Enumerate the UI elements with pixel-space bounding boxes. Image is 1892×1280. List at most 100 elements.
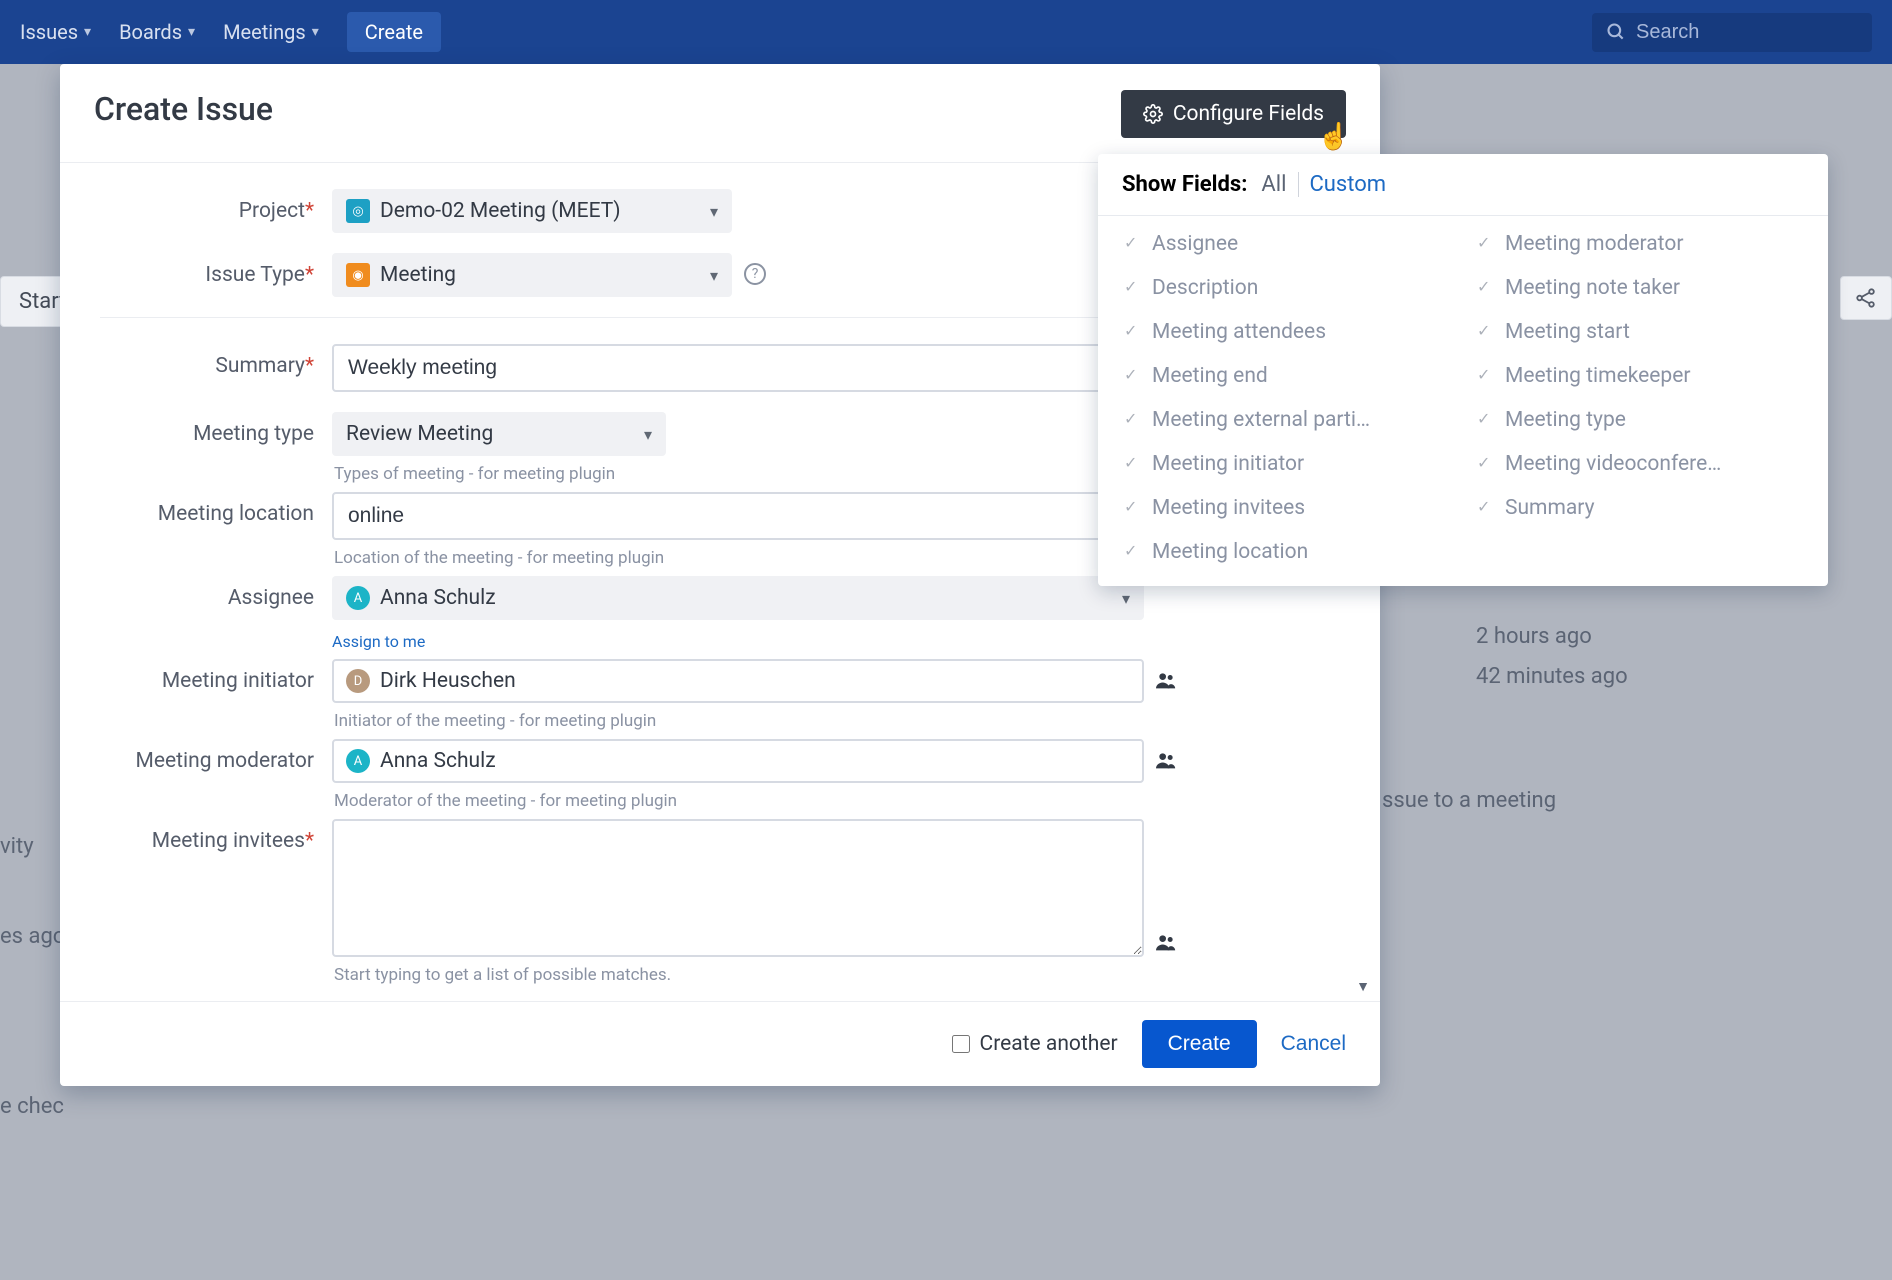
field-toggle-meeting-moderator[interactable]: Meeting moderator (1475, 232, 1804, 256)
meeting-location-label: Meeting location (96, 492, 332, 526)
summary-label: Summary* (96, 344, 332, 378)
field-toggle-meeting-attendees[interactable]: Meeting attendees (1122, 320, 1451, 344)
field-toggle-meeting-end[interactable]: Meeting end (1122, 364, 1451, 388)
bg-text: vity (0, 834, 34, 859)
field-toggle-meeting-note-taker[interactable]: Meeting note taker (1475, 276, 1804, 300)
bg-text: 42 minutes ago (1476, 664, 1628, 689)
assignee-select[interactable]: A Anna Schulz ▾ (332, 576, 1144, 620)
nav-create-button[interactable]: Create (347, 12, 441, 52)
field-toggle-meeting-location[interactable]: Meeting location (1122, 540, 1451, 564)
project-select[interactable]: ◎ Demo-02 Meeting (MEET) ▾ (332, 189, 732, 233)
nav-meetings[interactable]: Meetings ▾ (223, 20, 319, 44)
meeting-moderator-input[interactable]: A Anna Schulz (332, 739, 1144, 783)
people-icon[interactable] (1156, 739, 1176, 783)
meeting-moderator-helper: Moderator of the meeting - for meeting p… (332, 783, 1344, 811)
chevron-down-icon: ▾ (644, 425, 652, 444)
meeting-initiator-helper: Initiator of the meeting - for meeting p… (332, 703, 1344, 731)
meeting-moderator-label: Meeting moderator (96, 739, 332, 773)
create-another-checkbox[interactable]: Create another (952, 1032, 1118, 1056)
dropdown-col-2: Meeting moderator Meeting note taker Mee… (1475, 232, 1804, 564)
field-toggle-summary[interactable]: Summary (1475, 496, 1804, 520)
nav-issues-label: Issues (20, 20, 78, 44)
issue-type-select[interactable]: ◉ Meeting ▾ (332, 253, 732, 297)
field-toggle-meeting-invitees[interactable]: Meeting invitees (1122, 496, 1451, 520)
meeting-invitees-helper: Start typing to get a list of possible m… (332, 957, 1344, 985)
top-nav: Issues ▾ Boards ▾ Meetings ▾ Create (0, 0, 1892, 64)
meeting-initiator-value: Dirk Heuschen (380, 669, 516, 693)
modal-footer: Create another Create Cancel (60, 1001, 1380, 1086)
chevron-down-icon: ▾ (1122, 589, 1130, 608)
create-button[interactable]: Create (1142, 1020, 1257, 1068)
meeting-initiator-label: Meeting initiator (96, 659, 332, 693)
check-icon (1122, 235, 1140, 253)
modal-header: Create Issue Configure Fields ☝ (60, 64, 1380, 163)
check-icon (1475, 411, 1493, 429)
field-toggle-meeting-videoconference[interactable]: Meeting videoconfere… (1475, 452, 1804, 476)
meeting-initiator-input[interactable]: D Dirk Heuschen (332, 659, 1144, 703)
dropdown-col-1: Assignee Description Meeting attendees M… (1122, 232, 1451, 564)
avatar-icon: A (346, 586, 370, 610)
nav-boards[interactable]: Boards ▾ (119, 20, 195, 44)
field-meeting-moderator: Meeting moderator A Anna Schulz Moderato… (96, 739, 1344, 811)
bg-text: ssue to a meeting (1382, 788, 1556, 813)
gear-icon (1143, 104, 1163, 124)
people-icon[interactable] (1156, 659, 1176, 703)
search-input[interactable] (1636, 21, 1858, 44)
chevron-down-icon: ▾ (84, 24, 91, 40)
summary-input[interactable] (332, 344, 1144, 392)
issue-type-label: Issue Type* (96, 253, 332, 287)
field-meeting-invitees: Meeting invitees* Start typing to get a … (96, 819, 1344, 985)
scroll-down-icon[interactable]: ▼ (1356, 978, 1370, 995)
meeting-type-label: Meeting type (96, 412, 332, 446)
field-toggle-meeting-timekeeper[interactable]: Meeting timekeeper (1475, 364, 1804, 388)
meeting-type-select[interactable]: Review Meeting ▾ (332, 412, 666, 456)
check-icon (1122, 279, 1140, 297)
cancel-button[interactable]: Cancel (1281, 1032, 1346, 1056)
check-icon (1122, 367, 1140, 385)
check-icon (1122, 411, 1140, 429)
project-icon: ◎ (346, 199, 370, 223)
configure-fields-label: Configure Fields (1173, 102, 1324, 126)
show-all-link[interactable]: All (1261, 172, 1299, 197)
create-another-input[interactable] (952, 1035, 970, 1053)
help-icon[interactable]: ? (744, 263, 766, 285)
meeting-location-helper: Location of the meeting - for meeting pl… (332, 540, 1144, 568)
people-icon[interactable] (1156, 921, 1176, 957)
meeting-type-helper: Types of meeting - for meeting plugin (332, 456, 1144, 484)
configure-fields-dropdown: Show Fields: All Custom Assignee Descrip… (1098, 154, 1828, 586)
check-icon (1475, 235, 1493, 253)
field-toggle-description[interactable]: Description (1122, 276, 1451, 300)
check-icon (1475, 279, 1493, 297)
assignee-label: Assignee (96, 576, 332, 610)
modal-title: Create Issue (94, 90, 273, 128)
meeting-location-input[interactable] (332, 492, 1144, 540)
check-icon (1122, 499, 1140, 517)
create-another-label: Create another (980, 1032, 1118, 1056)
check-icon (1122, 455, 1140, 473)
check-icon (1122, 323, 1140, 341)
avatar-icon: D (346, 669, 370, 693)
field-toggle-meeting-external[interactable]: Meeting external parti… (1122, 408, 1451, 432)
project-label: Project* (96, 189, 332, 223)
bg-text: 2 hours ago (1476, 624, 1592, 649)
nav-boards-label: Boards (119, 20, 182, 44)
show-custom-link[interactable]: Custom (1309, 172, 1386, 197)
check-icon (1475, 323, 1493, 341)
configure-fields-button[interactable]: Configure Fields ☝ (1121, 90, 1346, 138)
meeting-type-value: Review Meeting (346, 422, 493, 446)
meeting-invitees-input[interactable] (332, 819, 1144, 957)
chevron-down-icon: ▾ (710, 266, 718, 285)
issue-type-icon: ◉ (346, 263, 370, 287)
nav-meetings-label: Meetings (223, 20, 306, 44)
check-icon (1475, 455, 1493, 473)
avatar-icon: A (346, 749, 370, 773)
check-icon (1122, 543, 1140, 561)
field-toggle-meeting-initiator[interactable]: Meeting initiator (1122, 452, 1451, 476)
issue-type-value: Meeting (380, 263, 456, 287)
assign-to-me-link[interactable]: Assign to me (332, 632, 425, 651)
search-box[interactable] (1592, 13, 1872, 52)
field-toggle-assignee[interactable]: Assignee (1122, 232, 1451, 256)
field-toggle-meeting-type[interactable]: Meeting type (1475, 408, 1804, 432)
field-toggle-meeting-start[interactable]: Meeting start (1475, 320, 1804, 344)
nav-issues[interactable]: Issues ▾ (20, 20, 91, 44)
